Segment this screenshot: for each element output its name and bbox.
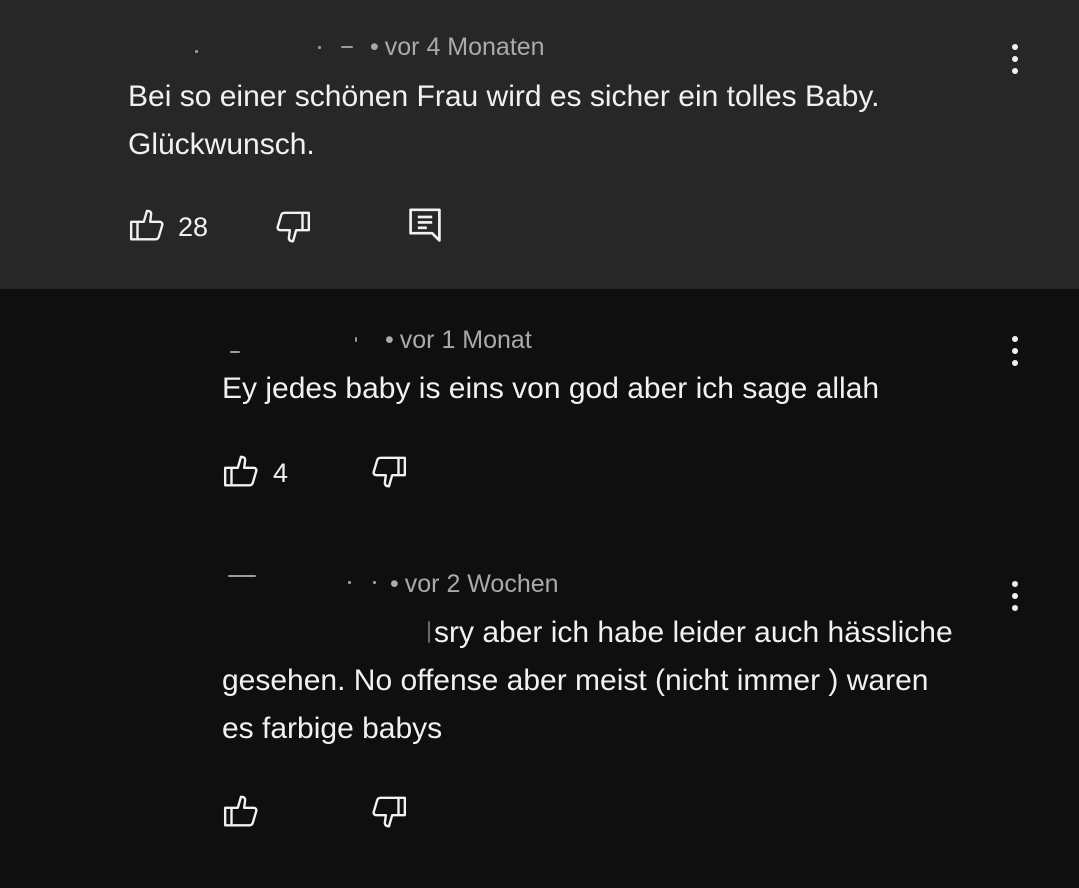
dislike-icon xyxy=(372,456,407,488)
redacted-author-fragment xyxy=(230,351,240,353)
dislike-button[interactable] xyxy=(274,208,312,246)
meta-separator: • xyxy=(385,326,394,354)
redacted-mention-fragment xyxy=(428,621,430,643)
meta-separator: • xyxy=(390,570,399,598)
meta-separator: • xyxy=(370,33,379,61)
comment-text-line: gesehen. No offense aber meist (nicht im… xyxy=(222,664,929,697)
comment-reply: • vor 1 Monat Ey jedes baby is eins von g… xyxy=(0,289,1079,529)
redacted-author-fragment xyxy=(355,337,357,342)
like-icon xyxy=(129,209,164,241)
like-icon xyxy=(223,795,258,827)
comment-text-line: es farbige babys xyxy=(222,712,443,745)
comment-text: Bei so einer schönen Frau wird es sicher… xyxy=(128,73,879,169)
comment-text-line: sry aber ich habe leider auch hässliche xyxy=(434,616,953,649)
comment-meta: • vor 4 Monaten xyxy=(370,33,545,62)
comment-meta: • vor 2 Wochen xyxy=(390,570,559,599)
comment-text-line: Ey jedes baby is eins von god aber ich s… xyxy=(222,372,880,405)
more-options-icon[interactable] xyxy=(1000,40,1030,80)
comment-meta: • vor 1 Monat xyxy=(385,326,532,355)
dislike-button[interactable] xyxy=(370,453,408,491)
comment-timestamp[interactable]: vor 4 Monaten xyxy=(385,33,545,61)
like-count: 28 xyxy=(178,212,209,242)
redacted-author-fragment xyxy=(341,46,353,48)
like-button[interactable] xyxy=(222,452,260,490)
dislike-icon xyxy=(276,211,311,243)
comment-text-line: Bei so einer schönen Frau wird es sicher… xyxy=(128,80,880,113)
redacted-author-fragment xyxy=(228,575,256,577)
redacted-author-fragment xyxy=(373,581,376,584)
comment-thread-parent: • vor 4 Monaten Bei so einer schönen Frau… xyxy=(0,0,1079,289)
reply-icon xyxy=(409,208,441,242)
like-button[interactable] xyxy=(128,206,166,244)
comment-text: Ey jedes baby is eins von god aber ich s… xyxy=(222,365,879,413)
dislike-button[interactable] xyxy=(370,793,408,831)
comment-text-continued: gesehen. No offense aber meist (nicht im… xyxy=(222,657,928,753)
like-button[interactable] xyxy=(222,792,260,830)
redacted-author-fragment xyxy=(348,581,351,584)
like-count: 4 xyxy=(273,458,289,488)
comment-reply: • vor 2 Wochen sry aber ich habe leider a… xyxy=(0,529,1079,888)
like-icon xyxy=(223,455,258,487)
more-options-icon[interactable] xyxy=(1000,332,1030,372)
redacted-author-fragment xyxy=(195,50,198,53)
comment-text: sry aber ich habe leider auch hässliche xyxy=(434,609,953,657)
comment-timestamp[interactable]: vor 2 Wochen xyxy=(405,570,559,598)
redacted-author-fragment xyxy=(318,46,321,49)
comment-text-line: Glückwunsch. xyxy=(128,128,315,161)
comment-timestamp[interactable]: vor 1 Monat xyxy=(400,326,532,354)
reply-button[interactable] xyxy=(407,206,443,246)
dislike-icon xyxy=(372,796,407,828)
more-options-icon[interactable] xyxy=(1000,577,1030,617)
